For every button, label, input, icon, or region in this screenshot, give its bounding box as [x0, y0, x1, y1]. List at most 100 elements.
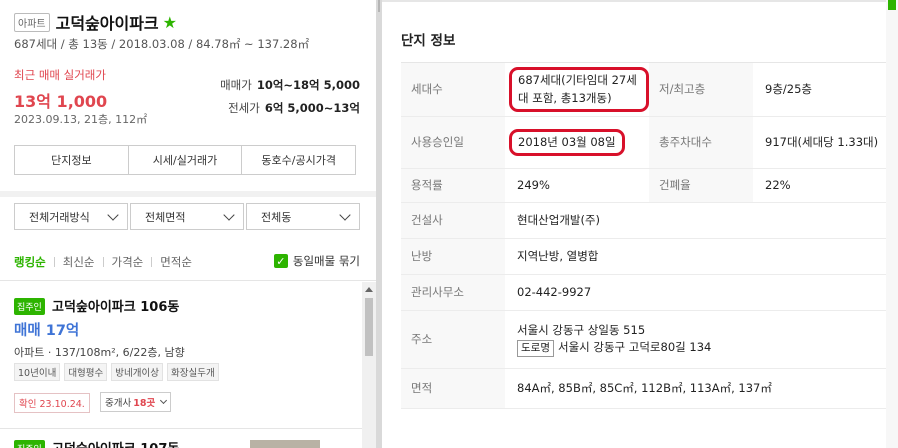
trade-type-value: 전체거래방식: [29, 210, 90, 224]
office-phone[interactable]: 02-442-9927: [505, 274, 886, 311]
sort-price[interactable]: 가격순: [112, 254, 144, 270]
listing-tag: 방네개이상: [111, 363, 163, 381]
bcr-value: 22%: [753, 168, 886, 203]
listing-tag: 대형평수: [64, 363, 108, 381]
checkbox-checked-icon[interactable]: ✓: [273, 254, 288, 268]
listing-scrollbar[interactable]: [362, 282, 376, 448]
panel-top-border: [382, 0, 886, 2]
sort-divider: [53, 257, 55, 267]
confirmed-date-badge: 확인 23.10.24.: [14, 393, 90, 413]
approval-date-value-highlight: 2018년 03월 08일: [509, 128, 625, 157]
info-row-address: 주소 서울시 강동구 상일동 515 도로명 서울시 강동구 고덕로80길 134: [401, 310, 886, 369]
listing-tags: 10년이내 대형평수 방네개이상 화장실두개: [14, 363, 223, 381]
info-scrollbar[interactable]: [886, 0, 898, 448]
building-dropdown[interactable]: 전체동: [246, 203, 360, 230]
scroll-thumb[interactable]: [365, 298, 373, 356]
info-row-ratio: 용적률 249% 건폐율 22%: [401, 168, 886, 203]
listing-title: 고덕숲아이파크 107동: [52, 438, 179, 448]
listing-title: 고덕숲아이파크 106동: [52, 300, 180, 315]
chevron-down-icon: [339, 209, 351, 221]
listing-card[interactable]: 집주인 고덕숲아이파크 106동 매매 17억 아파트 · 137/108m²,…: [0, 282, 362, 422]
listing-description: 아파트 · 137/108m², 6/22층, 남향: [14, 346, 185, 359]
info-panel-title: 단지 정보: [401, 33, 456, 49]
scroll-accent: [888, 0, 896, 10]
complex-info-panel: 단지 정보 세대수 687세대(기타임대 27세대 포함, 총13개동) 저/최…: [382, 0, 898, 448]
lease-price-range: 전세가 6억 5,000~13억: [228, 100, 360, 116]
sort-ranking[interactable]: 랭킹순: [14, 254, 46, 270]
agent-prefix: 중개사: [105, 398, 132, 409]
area-value: 전체면적: [145, 210, 186, 224]
lot-address: 서울시 강동구 상일동 515: [517, 322, 646, 337]
listing-tag: 10년이내: [14, 363, 61, 381]
complex-sidebar: 아파트 고덕숲아이파크 ★ 687세대 / 총 13동 / 2018.03.08…: [0, 0, 376, 448]
building-value: 전체동: [261, 210, 292, 224]
chevron-down-icon: [107, 209, 119, 221]
favorite-star-icon[interactable]: ★: [163, 13, 177, 32]
recent-trade-price: 13억 1,000: [14, 92, 108, 111]
agent-count-button[interactable]: 중개사 18곳: [100, 392, 172, 412]
agent-count: 18곳: [133, 398, 156, 409]
parking-value: 917대(세대당 1.33대): [753, 116, 886, 169]
property-type-tag: 아파트: [14, 12, 50, 32]
road-address: 서울시 강동구 고덕로80길 134: [557, 340, 712, 355]
sort-area[interactable]: 면적순: [160, 254, 192, 270]
floors-value: 9층/25층: [753, 62, 886, 117]
section-divider: [0, 191, 376, 197]
info-row-approval: 사용승인일 2018년 03월 08일 총주차대수 917대(세대당 1.33대…: [401, 116, 886, 169]
far-label: 용적률: [401, 168, 505, 203]
chevron-down-icon: [223, 209, 235, 221]
complex-name: 고덕숲아이파크: [55, 14, 159, 33]
complex-tab-bar: 단지정보 시세/실거래가 동호수/공시가격: [14, 145, 356, 175]
group-same-listings-label: 동일매물 묶기: [292, 254, 360, 268]
list-divider: [0, 428, 362, 429]
households-label: 세대수: [401, 62, 505, 117]
complex-header: 아파트 고덕숲아이파크 ★: [14, 10, 177, 34]
listing-thumbnail[interactable]: [250, 440, 320, 448]
complex-summary: 687세대 / 총 13동 / 2018.03.08 / 84.78㎡ ~ 13…: [14, 37, 310, 51]
info-row-heating: 난방 지역난방, 열병합: [401, 238, 886, 275]
address-label: 주소: [401, 310, 505, 369]
builder-value: 현대산업개발(주): [505, 202, 886, 239]
households-value-highlight: 687세대(기타임대 27세대 포함, 총13개동): [509, 66, 649, 113]
households-cell: 687세대(기타임대 27세대 포함, 총13개동): [505, 62, 649, 117]
group-same-listings-toggle[interactable]: ✓ 동일매물 묶기: [273, 253, 360, 269]
heating-label: 난방: [401, 238, 505, 275]
road-address-line: 도로명 서울시 강동구 고덕로80길 134: [517, 339, 886, 358]
complex-info-table: 세대수 687세대(기타임대 27세대 포함, 총13개동) 저/최고층 9층/…: [401, 62, 886, 409]
approval-date-label: 사용승인일: [401, 116, 505, 169]
owner-badge: 집주인: [14, 440, 45, 448]
lease-price-value: 6억 5,000~13억: [264, 101, 360, 115]
info-row-office: 관리사무소 02-442-9927: [401, 274, 886, 311]
far-value: 249%: [505, 168, 649, 203]
floors-label: 저/최고층: [649, 62, 753, 117]
approval-date-cell: 2018년 03월 08일: [505, 116, 649, 169]
info-row-builder: 건설사 현대산업개발(주): [401, 202, 886, 239]
chevron-down-icon: [160, 396, 168, 405]
sort-latest[interactable]: 최신순: [63, 254, 95, 270]
trade-type-dropdown[interactable]: 전체거래방식: [14, 203, 128, 230]
listing-tag: 화장실두개: [166, 363, 219, 381]
tab-unit-price[interactable]: 동호수/공시가격: [242, 146, 355, 174]
sort-divider: [151, 257, 153, 267]
tab-market-price[interactable]: 시세/실거래가: [129, 146, 243, 174]
sort-options: 랭킹순 최신순 가격순 면적순: [14, 254, 192, 270]
road-name-tag: 도로명: [517, 340, 554, 358]
tab-complex-info[interactable]: 단지정보: [15, 146, 129, 174]
sale-price-range: 매매가 10억~18억 5,000: [220, 77, 360, 93]
office-label: 관리사무소: [401, 274, 505, 311]
scroll-up-arrow-icon[interactable]: [365, 287, 373, 292]
listing-price: 매매 17억: [14, 323, 80, 339]
bcr-label: 건폐율: [649, 168, 753, 203]
area-dropdown[interactable]: 전체면적: [130, 203, 244, 230]
area-label: 면적: [401, 368, 505, 409]
info-row-area: 면적 84A㎡, 85B㎡, 85C㎡, 112B㎡, 113A㎡, 137㎡: [401, 368, 886, 409]
area-types: 84A㎡, 85B㎡, 85C㎡, 112B㎡, 113A㎡, 137㎡: [505, 368, 886, 409]
listing-card[interactable]: 집주인 고덕숲아이파크 107동: [0, 430, 362, 448]
sort-divider: [102, 257, 104, 267]
builder-label: 건설사: [401, 202, 505, 239]
resize-grip[interactable]: [378, 0, 380, 12]
lease-price-label: 전세가: [228, 101, 260, 115]
list-divider: [0, 280, 376, 281]
sale-price-value: 10억~18억 5,000: [256, 78, 360, 92]
heating-value: 지역난방, 열병합: [505, 238, 886, 275]
